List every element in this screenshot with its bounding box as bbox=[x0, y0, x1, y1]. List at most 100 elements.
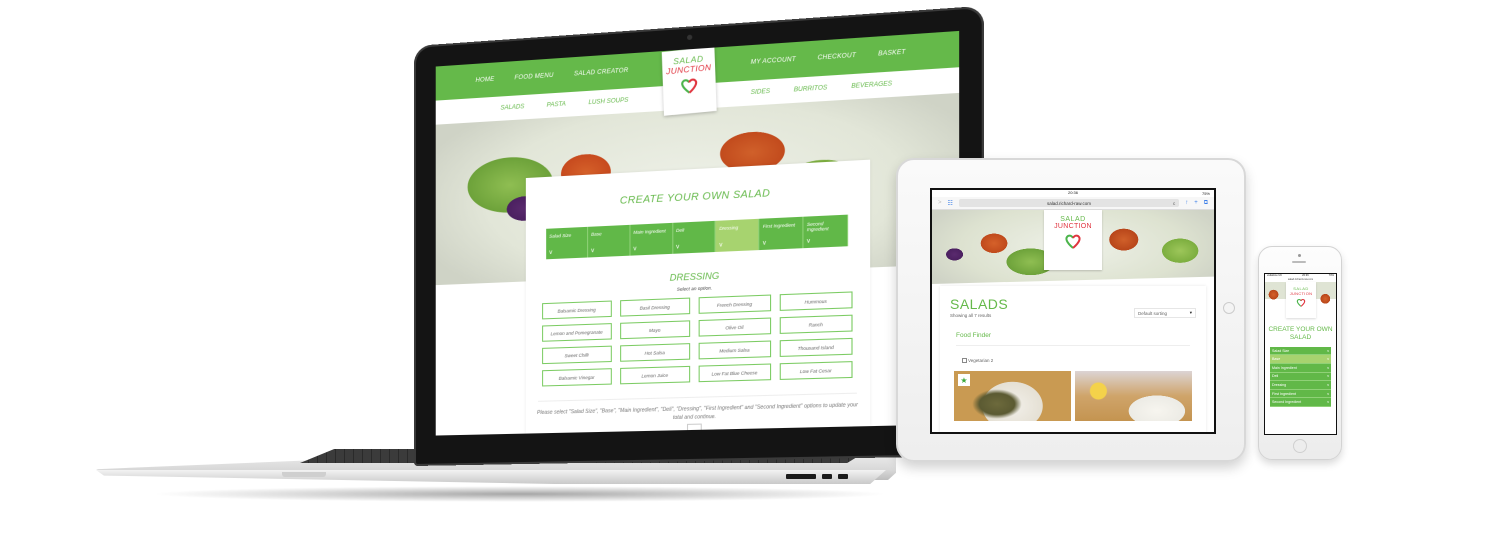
option-button[interactable]: Low Fat Blue Cheese bbox=[698, 363, 771, 383]
creator-title: CREATE YOUR OWN SALAD bbox=[1268, 326, 1333, 342]
sort-select[interactable]: Default sorting ▾ bbox=[1134, 308, 1196, 318]
carrier-label: vodafone UK bbox=[1267, 274, 1282, 277]
site-logo[interactable]: SALAD JUNCTION bbox=[661, 46, 717, 116]
nav-link-my-account[interactable]: MY ACCOUNT bbox=[751, 57, 796, 66]
hero-image-salad: SALAD JUNCTION bbox=[1265, 282, 1336, 324]
back-icon[interactable]: > bbox=[938, 200, 942, 206]
nav-link-pasta[interactable]: PASTA bbox=[547, 101, 566, 108]
step-tab-first-ingredient[interactable]: First Ingredient v bbox=[759, 216, 804, 251]
salad-creator-card: CREATE YOUR OWN SALAD Salad Size v Base v Ma… bbox=[525, 159, 871, 434]
step-tab-salad-size[interactable]: Salad Size v bbox=[546, 226, 588, 260]
battery-indicator: 70% bbox=[1328, 274, 1334, 277]
logo-word-junction: JUNCTION bbox=[1054, 223, 1092, 230]
chevron-down-icon: v bbox=[676, 244, 680, 251]
option-button[interactable]: Mayo bbox=[619, 320, 691, 340]
vegetarian-filter[interactable]: Vegetarian 2 bbox=[962, 358, 1184, 363]
url-text: salad.richard-raw.com bbox=[1047, 200, 1092, 206]
share-icon[interactable]: ↑ bbox=[1185, 200, 1188, 206]
nav-link-sides[interactable]: SIDES bbox=[751, 89, 770, 96]
filter-label: Vegetarian 2 bbox=[968, 358, 994, 363]
checkbox[interactable] bbox=[962, 358, 967, 363]
step-label: Base bbox=[1272, 357, 1281, 362]
laptop-lid-notch bbox=[282, 472, 326, 477]
step-label: First Ingredient bbox=[1272, 391, 1296, 396]
chevron-down-icon: v bbox=[549, 249, 553, 257]
product-grid: ★ bbox=[954, 371, 1192, 421]
nav-link-home[interactable]: HOME bbox=[476, 77, 495, 84]
bookmarks-icon[interactable]: ☷ bbox=[948, 200, 953, 207]
add-icon[interactable]: + bbox=[1194, 200, 1198, 206]
product-card[interactable]: ★ bbox=[954, 371, 1071, 421]
option-button[interactable]: Lemon and Pomegranate bbox=[542, 323, 612, 342]
shop-card: SALADS Showing all 7 results Default sor… bbox=[940, 286, 1206, 432]
step-accordion-first-ingredient[interactable]: First Ingredient v bbox=[1270, 389, 1331, 399]
chevron-down-icon: v bbox=[719, 242, 723, 249]
tabs-icon[interactable]: ⧉ bbox=[1204, 200, 1208, 207]
nav-link-basket[interactable]: BASKET bbox=[878, 49, 906, 57]
quantity-input[interactable] bbox=[687, 423, 702, 433]
logo-word-junction: JUNCTION bbox=[1289, 291, 1313, 296]
device-mockup-stage: HOME FOOD MENU SALAD CREATOR MY ACCOUNT CHE… bbox=[0, 0, 1500, 559]
step-tab-dressing[interactable]: Dressing v bbox=[716, 218, 760, 252]
step-accordion-dressing[interactable]: Dressing v bbox=[1270, 381, 1331, 390]
site-logo[interactable]: SALAD JUNCTION bbox=[1286, 282, 1316, 318]
reload-icon[interactable]: c bbox=[1173, 201, 1175, 206]
nav-link-lush-soups[interactable]: LUSH SOUPS bbox=[588, 98, 628, 107]
step-tab-deli[interactable]: Deli v bbox=[672, 220, 717, 254]
option-button[interactable]: Balsamic Vinegar bbox=[542, 368, 612, 387]
phone-screen: vodafone UK 20:36 70% salad.richard-raw.… bbox=[1264, 273, 1337, 435]
laptop-shadow bbox=[150, 486, 890, 502]
step-accordion-second-ingredient[interactable]: Second Ingredient v bbox=[1270, 398, 1331, 408]
logo-word-salad: SALAD bbox=[1060, 216, 1086, 223]
creator-steps: Salad Size v Base v Main Ingredient v Deli v Dre… bbox=[546, 214, 849, 260]
battery-indicator: 75% bbox=[1201, 191, 1210, 196]
option-button[interactable]: Hot Salsa bbox=[619, 343, 691, 362]
chevron-down-icon: v bbox=[1327, 374, 1329, 379]
heart-cutlery-icon bbox=[679, 76, 699, 94]
option-button[interactable]: Low Fat Cesar bbox=[779, 361, 853, 380]
chevron-down-icon: v bbox=[1327, 400, 1329, 405]
browser-toolbar: > ☷ salad.richard-raw.com c ↑ + ⧉ bbox=[932, 197, 1214, 210]
nav-link-burritos[interactable]: BURRITOS bbox=[794, 85, 828, 93]
step-accordion-deli[interactable]: Deli v bbox=[1270, 372, 1331, 382]
option-button[interactable]: Hummous bbox=[779, 291, 853, 311]
step-label: Dressing bbox=[719, 224, 739, 232]
heart-cutlery-icon bbox=[1065, 234, 1081, 249]
step-label: Dressing bbox=[1272, 383, 1287, 388]
step-accordion-salad-size[interactable]: Salad Size v bbox=[1270, 346, 1331, 356]
nav-link-food-menu[interactable]: FOOD MENU bbox=[515, 73, 554, 82]
usb-port bbox=[838, 474, 848, 479]
site-logo[interactable]: SALAD JUNCTION bbox=[1044, 210, 1102, 270]
chevron-down-icon: v bbox=[591, 248, 595, 255]
product-card[interactable] bbox=[1075, 371, 1192, 421]
chevron-down-icon: v bbox=[1327, 357, 1329, 362]
nav-link-salad-creator[interactable]: SALAD CREATOR bbox=[574, 68, 628, 78]
chevron-down-icon: v bbox=[633, 246, 637, 253]
option-button[interactable]: Olive Oil bbox=[698, 317, 771, 337]
option-button[interactable]: Sweet Chilli bbox=[542, 345, 612, 365]
selection-notice: Please select "Salad Size", "Base", "Mai… bbox=[537, 402, 858, 421]
option-button[interactable]: Basil Dressing bbox=[619, 297, 691, 317]
step-label: Main Ingredient bbox=[633, 228, 666, 235]
option-button[interactable]: Medium Salsa bbox=[698, 340, 771, 360]
nav-link-salads[interactable]: SALADS bbox=[500, 104, 524, 112]
heart-cutlery-icon bbox=[1296, 298, 1306, 307]
option-button[interactable]: Thousand Island bbox=[779, 337, 853, 357]
address-bar[interactable]: salad.richard-raw.com c bbox=[958, 199, 1180, 207]
step-accordion-main-ingredient[interactable]: Main Ingredient v bbox=[1270, 364, 1331, 373]
step-tab-second-ingredient[interactable]: Second Ingredient v bbox=[803, 214, 849, 249]
option-button[interactable]: Ranch bbox=[779, 314, 853, 334]
step-label: First Ingredient bbox=[762, 222, 796, 230]
option-button[interactable]: Balsamic Dressing bbox=[542, 300, 612, 320]
camera-icon bbox=[687, 34, 693, 41]
step-accordion-base[interactable]: Base v bbox=[1270, 355, 1331, 365]
dressing-options: Balsamic Dressing Basil Dressing French Dr… bbox=[542, 291, 853, 387]
step-tab-base[interactable]: Base v bbox=[587, 224, 631, 258]
sd-card-port bbox=[786, 474, 816, 479]
option-button[interactable]: French Dressing bbox=[698, 294, 771, 314]
nav-link-beverages[interactable]: BEVERAGES bbox=[851, 81, 892, 90]
step-label: Deli bbox=[1272, 374, 1279, 379]
option-button[interactable]: Lemon Juice bbox=[619, 365, 691, 385]
step-tab-main-ingredient[interactable]: Main Ingredient v bbox=[630, 222, 673, 256]
nav-link-checkout[interactable]: CHECKOUT bbox=[818, 53, 857, 62]
